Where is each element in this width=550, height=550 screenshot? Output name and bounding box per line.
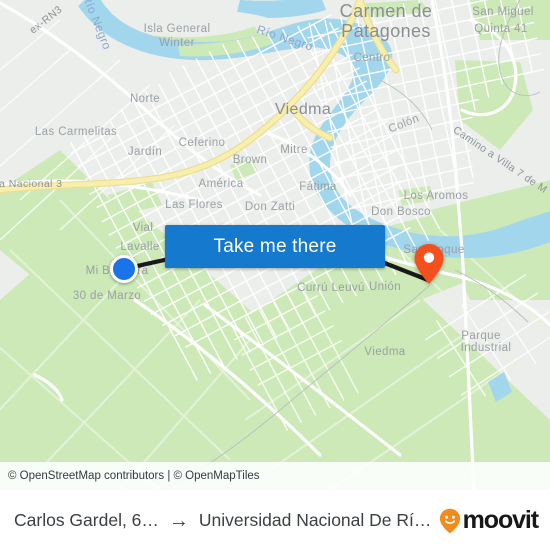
map-pin-icon [414, 244, 444, 284]
origin-marker[interactable] [110, 255, 138, 283]
moovit-wordmark: moovit [462, 506, 539, 534]
trip-origin-label: Carlos Gardel, 6… [14, 510, 159, 530]
trip-summary[interactable]: Carlos Gardel, 6… → Universidad Nacional… [14, 510, 439, 531]
map-attribution: © OpenStreetMap contributors | © OpenMap… [0, 462, 550, 490]
moovit-map-screen: ex-RN3 Río Negro Isla General Winter Río Neg… [0, 0, 550, 550]
take-me-there-label: Take me there [213, 235, 337, 257]
trip-destination-label: Universidad Nacional De Río Ne… [198, 510, 439, 530]
attribution-text: © OpenStreetMap contributors | © OpenMap… [8, 470, 260, 482]
map-canvas[interactable]: ex-RN3 Río Negro Isla General Winter Río Neg… [0, 0, 550, 490]
destination-marker[interactable] [413, 243, 445, 285]
trip-footer: Carlos Gardel, 6… → Universidad Nacional… [0, 490, 550, 550]
arrow-right-icon: → [168, 509, 189, 532]
take-me-there-button[interactable]: Take me there [165, 225, 385, 268]
moovit-logo[interactable]: moovit [439, 506, 539, 534]
moovit-pin-icon [439, 508, 460, 533]
